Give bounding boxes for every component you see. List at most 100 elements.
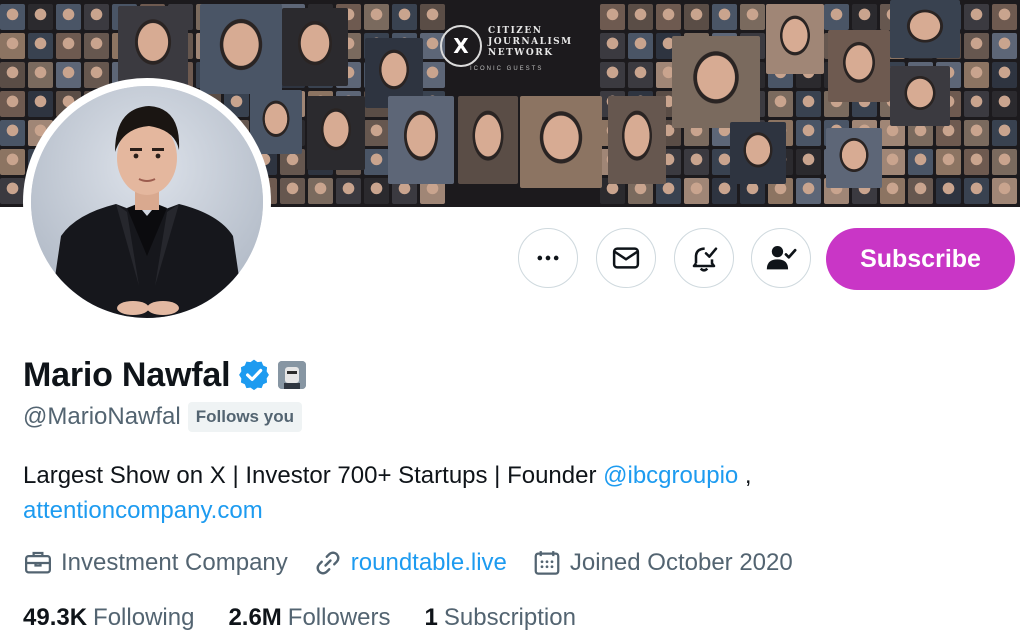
banner-tile <box>796 120 821 146</box>
banner-portrait <box>520 96 602 188</box>
more-button[interactable] <box>518 228 578 288</box>
profile-name: Mario Nawfal <box>23 355 231 394</box>
banner-tile <box>768 91 793 117</box>
followers-label: Followers <box>287 604 391 631</box>
banner-tile <box>880 178 905 204</box>
banner-portrait <box>826 128 882 188</box>
handle-row: @MarioNawfal Follows you <box>23 402 302 432</box>
follows-you-badge: Follows you <box>187 402 302 432</box>
banner-tile <box>992 91 1017 117</box>
banner-portrait <box>730 122 786 184</box>
banner-tile <box>280 178 305 204</box>
banner-logo: X CITIZEN JOURNALISM NETWORK ICONIC GUES… <box>436 20 596 80</box>
banner-tile <box>364 178 389 204</box>
banner-tile <box>824 4 849 30</box>
banner-tile <box>684 178 709 204</box>
avatar-photo <box>31 86 263 318</box>
banner-tile <box>56 33 81 59</box>
followers-count: 2.6M <box>228 604 282 631</box>
banner-tile <box>0 4 25 30</box>
person-check-icon <box>766 245 797 270</box>
link-icon <box>316 551 340 575</box>
message-button[interactable] <box>596 228 656 288</box>
bio-website-link[interactable]: attentioncompany.com <box>23 497 263 524</box>
banner-tile <box>992 33 1017 59</box>
meta-category: Investment Company <box>23 548 288 578</box>
following-label: Following <box>93 604 195 631</box>
banner-tile <box>936 178 961 204</box>
banner-portrait <box>828 30 890 102</box>
banner-tile <box>964 62 989 88</box>
banner-tile <box>908 149 933 175</box>
banner-tile <box>0 178 25 204</box>
calendar-icon <box>534 551 560 575</box>
meta-joined: Joined October 2020 <box>532 548 793 578</box>
banner-tile <box>628 4 653 30</box>
banner-tile <box>964 33 989 59</box>
banner-tile <box>28 91 53 117</box>
meta-website[interactable]: roundtable.live <box>313 548 507 578</box>
banner-tile <box>964 4 989 30</box>
profile-meta: Investment Company roundtable.live Joine… <box>23 548 818 578</box>
banner-tile <box>364 120 389 146</box>
banner-logo-subtitle: ICONIC GUESTS <box>470 66 544 72</box>
banner-tile <box>84 4 109 30</box>
subscriptions-stat-link[interactable]: 1 Subscription <box>425 604 576 632</box>
banner-portrait <box>890 0 960 58</box>
bell-check-icon <box>692 247 718 272</box>
profile-bio: Largest Show on X | Investor 700+ Startu… <box>23 458 983 528</box>
banner-tile <box>852 4 877 30</box>
banner-tile <box>628 33 653 59</box>
banner-tile <box>0 149 25 175</box>
banner-tile <box>796 149 821 175</box>
followers-stat-link[interactable]: 2.6M Followers <box>228 604 390 632</box>
profile-stats: 49.3K Following 2.6M Followers 1 Subscri… <box>23 604 610 632</box>
banner-tile <box>656 4 681 30</box>
banner-portrait <box>118 6 188 86</box>
subscribe-button[interactable]: Subscribe <box>826 228 1015 290</box>
banner-tile <box>796 178 821 204</box>
banner-tile <box>0 91 25 117</box>
profile-name-row: Mario Nawfal <box>23 352 307 398</box>
banner-tile <box>336 178 361 204</box>
bio-text: Largest Show on X | Investor 700+ Startu… <box>23 462 604 489</box>
banner-tile <box>992 149 1017 175</box>
banner-tile <box>796 91 821 117</box>
bio-separator: , <box>738 462 752 489</box>
following-button[interactable] <box>751 228 811 288</box>
banner-tile <box>992 120 1017 146</box>
banner-logo-title: CITIZEN JOURNALISM NETWORK <box>488 26 573 58</box>
notifications-button[interactable] <box>674 228 734 288</box>
banner-portrait <box>766 4 824 74</box>
banner-tile <box>28 33 53 59</box>
banner-tile <box>600 62 625 88</box>
verified-badge-icon[interactable] <box>238 359 270 391</box>
subscriptions-count: 1 <box>424 604 438 631</box>
banner-portrait <box>890 66 950 126</box>
banner-tile <box>56 4 81 30</box>
banner-tile <box>364 4 389 30</box>
banner-tile <box>992 178 1017 204</box>
banner-tile <box>28 4 53 30</box>
banner-tile <box>684 4 709 30</box>
banner-tile <box>740 4 765 30</box>
banner-tile <box>992 4 1017 30</box>
bio-mention-link[interactable]: @ibcgroupio <box>603 462 738 489</box>
banner-tile <box>0 120 25 146</box>
banner-tile <box>628 62 653 88</box>
more-icon <box>537 255 559 261</box>
banner-portrait <box>458 96 518 184</box>
mail-icon <box>612 247 640 269</box>
following-stat-link[interactable]: 49.3K Following <box>23 604 194 632</box>
briefcase-icon <box>25 551 51 574</box>
subscriptions-label: Subscription <box>443 604 576 631</box>
banner-tile <box>712 4 737 30</box>
banner-portrait <box>608 96 666 184</box>
affiliate-badge-icon[interactable] <box>278 361 307 389</box>
banner-tile <box>392 4 417 30</box>
avatar[interactable] <box>31 86 263 318</box>
banner-tile <box>28 62 53 88</box>
banner-tile <box>0 33 25 59</box>
banner-tile <box>908 178 933 204</box>
meta-website-link[interactable]: roundtable.live <box>351 549 507 577</box>
